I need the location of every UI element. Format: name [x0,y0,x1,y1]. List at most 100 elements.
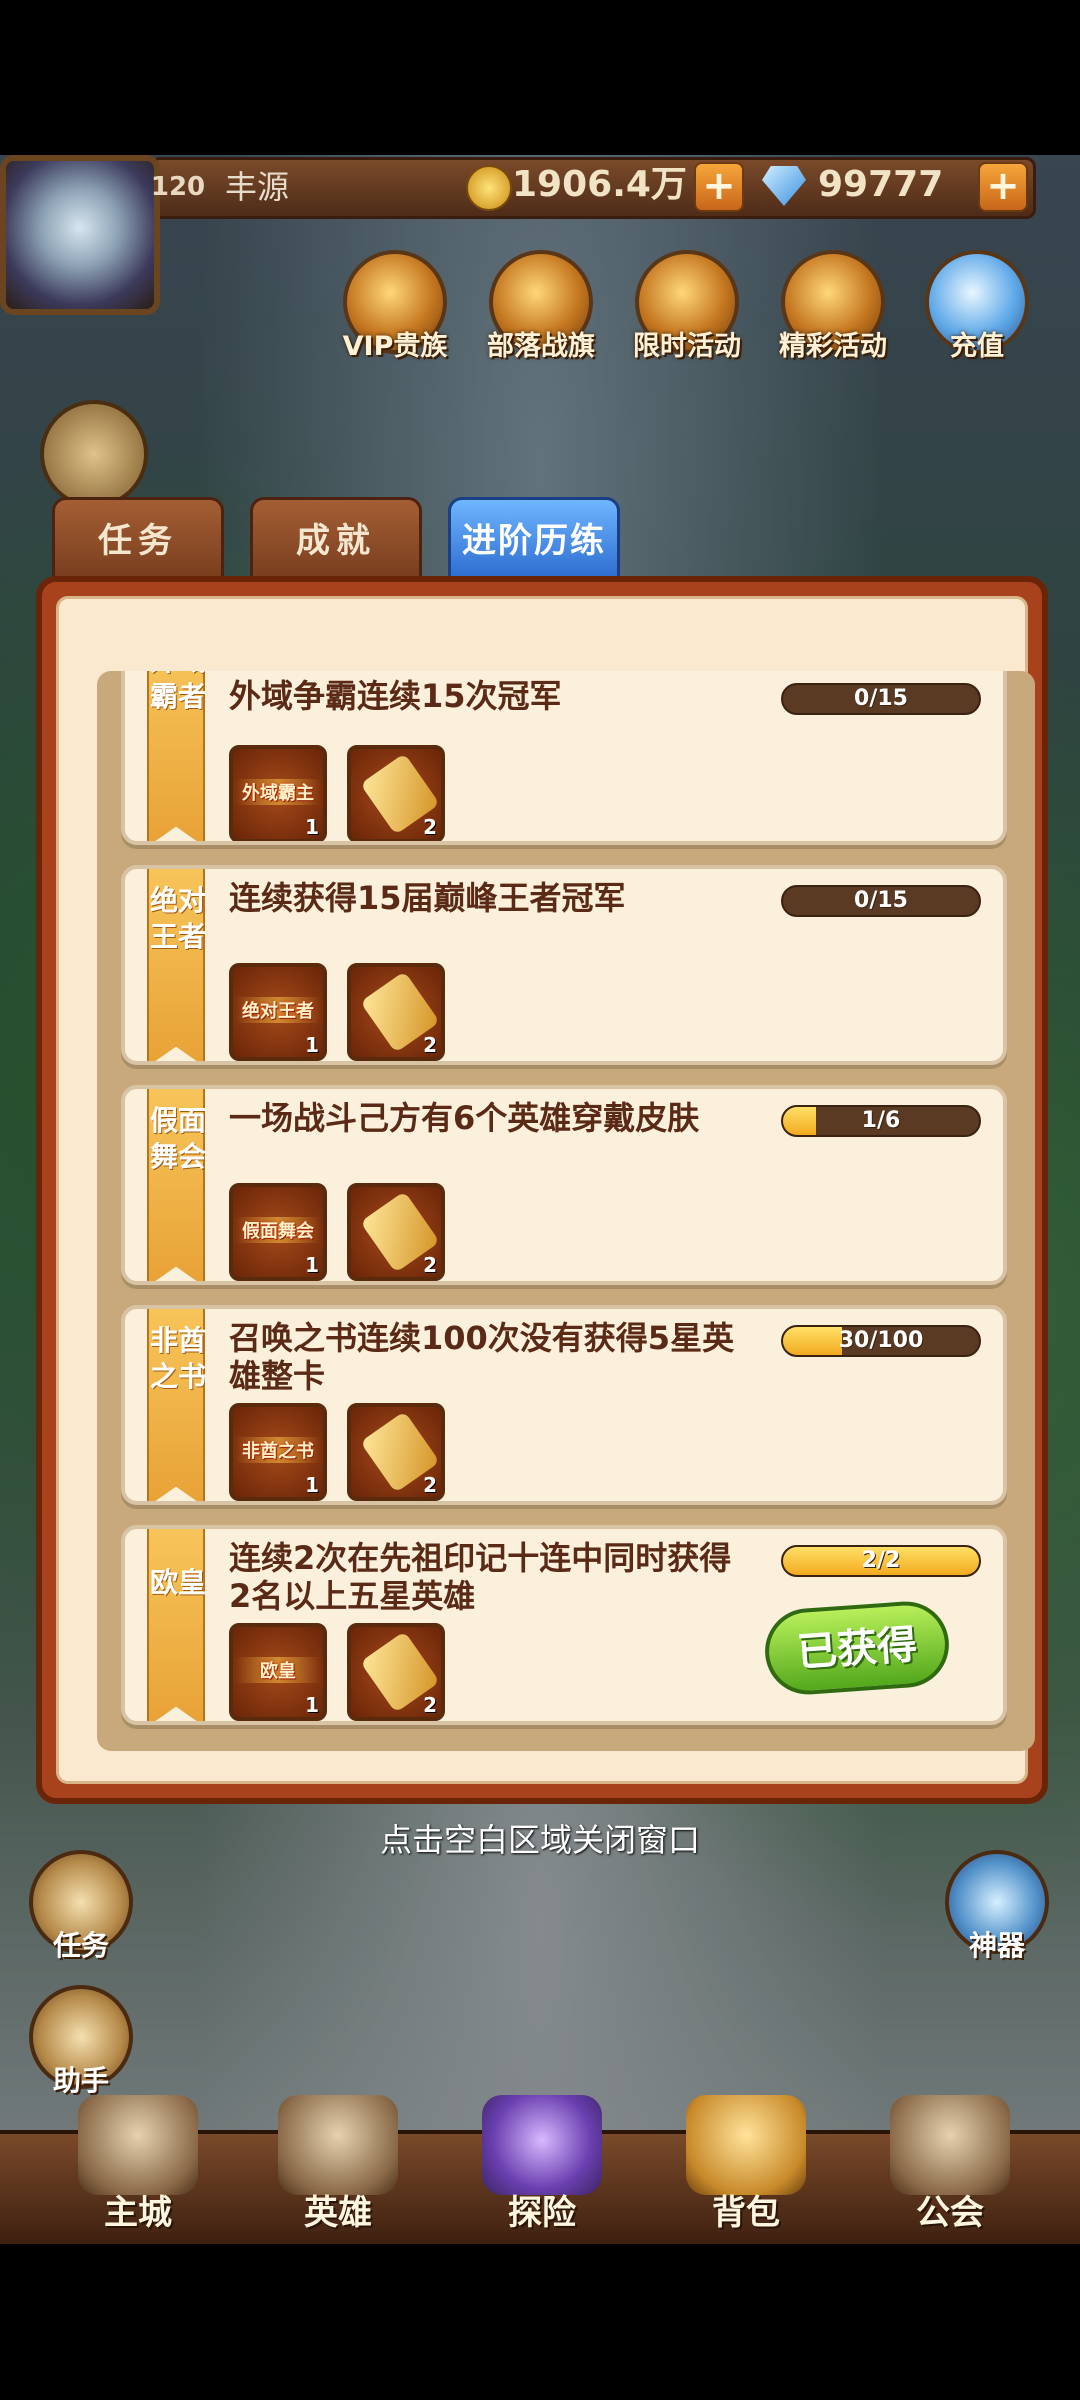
progress-bar: 1/6 [781,1105,981,1137]
vip-button[interactable]: VIP贵族 [340,250,450,363]
achievement-ribbon: 外域霸者 [147,671,206,841]
progress-bar: 0/15 [781,885,981,917]
reward-count: 2 [423,815,437,839]
ribbon-label: 假面舞会 [149,1104,206,1173]
achievement-list[interactable]: 外域霸者 外域争霸连续15次冠军 0/15 外域霸主 1 2 [97,671,1035,1751]
progress-text: 0/15 [854,686,908,711]
ribbon-label: 外域霸者 [149,671,206,713]
progress-bar: 0/15 [781,683,981,715]
reward-badge-label: 外域霸主 [235,779,321,805]
nav-label: 探险 [508,2193,576,2233]
achievement-title: 连续2次在先祖印记十连中同时获得2名以上五星英雄 [229,1539,732,1615]
limited-event-label: 限时活动 [633,331,741,362]
reward-scroll-item[interactable]: 2 [347,963,445,1061]
tab-advanced-training[interactable]: 进阶历练 [448,497,620,579]
nav-explore[interactable]: 探险 [462,2095,622,2240]
reward-badge-item[interactable]: 绝对王者 1 [229,963,327,1061]
side-helper-button[interactable]: 助手 [26,1985,136,2099]
achievement-dialog: 外域霸者 外域争霸连续15次冠军 0/15 外域霸主 1 2 [36,576,1048,1804]
side-artifact-label: 神器 [968,1929,1025,1962]
reward-count: 2 [423,1693,437,1717]
reward-scroll-item[interactable]: 2 [347,1403,445,1501]
reward-count: 1 [305,1693,319,1717]
achievement-title: 召唤之书连续100次没有获得5星英雄整卡 [229,1319,735,1395]
reward-badge-item[interactable]: 非酋之书 1 [229,1403,327,1501]
progress-bar: 30/100 [781,1325,981,1357]
tab-achievements[interactable]: 成就 [250,497,422,579]
reward-count: 1 [305,1033,319,1057]
progress-text: 30/100 [838,1328,924,1353]
progress-text: 1/6 [861,1108,901,1133]
player-avatar[interactable] [0,155,160,315]
castle-icon [78,2095,198,2195]
reward-badge-item[interactable]: 假面舞会 1 [229,1183,327,1281]
vip-label: VIP贵族 [342,331,448,362]
achievement-card: 假面舞会 一场战斗己方有6个英雄穿戴皮肤 1/6 假面舞会 1 2 [121,1085,1007,1285]
obtained-stamp: 已获得 [762,1598,952,1698]
achievement-ribbon: 绝对王者 [147,869,206,1061]
hero-icon [278,2095,398,2195]
war-flag-label: 部落战旗 [487,331,595,362]
portal-icon [482,2095,602,2195]
reward-count: 2 [423,1253,437,1277]
reward-badge-label: 绝对王者 [235,997,321,1023]
reward-count: 1 [305,815,319,839]
achievement-title: 外域争霸连续15次冠军 [229,677,562,715]
achievement-card: 外域霸者 外域争霸连续15次冠军 0/15 外域霸主 1 2 [121,671,1007,845]
ribbon-label: 非酋之书 [149,1324,206,1393]
progress-text: 0/15 [854,888,908,913]
gem-amount: 99777 [818,164,944,205]
achievement-ribbon: 假面舞会 [147,1089,206,1281]
reward-count: 1 [305,1473,319,1497]
reward-scroll-item[interactable]: 2 [347,745,445,841]
gold-coin-icon [466,165,512,211]
nav-backpack[interactable]: 背包 [666,2095,826,2240]
nav-heroes[interactable]: 英雄 [258,2095,418,2240]
reward-count: 1 [305,1253,319,1277]
reward-scroll-item[interactable]: 2 [347,1183,445,1281]
side-helper-label: 助手 [52,2064,109,2097]
recharge-button[interactable]: 充值 [922,250,1032,363]
achievement-ribbon: 非酋之书 [147,1309,206,1501]
side-artifact-button[interactable]: 神器 [942,1850,1052,1964]
close-hint-text: 点击空白区域关闭窗口 [379,1821,700,1859]
war-flag-button[interactable]: 部落战旗 [486,250,596,363]
add-gold-button[interactable]: + [694,162,744,212]
dialog-inner-panel: 外域霸者 外域争霸连续15次冠军 0/15 外域霸主 1 2 [56,596,1035,1784]
side-task-button[interactable]: 任务 [26,1850,136,1964]
special-event-button[interactable]: 精彩活动 [778,250,888,363]
reward-badge-label: 假面舞会 [235,1217,321,1243]
ribbon-label: 欧皇 [149,1566,206,1599]
nav-label: 英雄 [304,2193,372,2233]
nav-label: 主城 [104,2193,172,2233]
progress-text: 2/2 [861,1548,901,1573]
reward-badge-item[interactable]: 外域霸主 1 [229,745,327,841]
progress-bar: 2/2 [781,1545,981,1577]
player-name: 丰源 [225,168,290,206]
nav-guild[interactable]: 公会 [870,2095,1030,2240]
achievement-ribbon: 欧皇 [147,1529,206,1721]
crossed-swords-icon[interactable] [40,400,148,508]
limited-event-button[interactable]: 限时活动 [632,250,742,363]
add-gem-button[interactable]: + [978,162,1028,212]
reward-badge-label: 非酋之书 [235,1437,321,1463]
tab-tasks[interactable]: 任务 [52,497,224,579]
achievement-title: 连续获得15届巅峰王者冠军 [229,879,626,917]
achievement-card: 绝对王者 连续获得15届巅峰王者冠军 0/15 绝对王者 1 2 [121,865,1007,1065]
side-task-label: 任务 [52,1929,109,1962]
reward-count: 2 [423,1473,437,1497]
reward-badge-label: 欧皇 [235,1657,321,1683]
backpack-icon [686,2095,806,2195]
recharge-label: 充值 [950,331,1004,362]
nav-main-city[interactable]: 主城 [58,2095,218,2240]
achievement-card: 欧皇 连续2次在先祖印记十连中同时获得2名以上五星英雄 2/2 欧皇 1 2 已… [121,1525,1007,1725]
nav-label: 公会 [916,2193,984,2233]
ribbon-label: 绝对王者 [149,884,206,953]
gold-amount: 1906.4万 [512,164,687,205]
reward-scroll-item[interactable]: 2 [347,1623,445,1721]
special-event-label: 精彩活动 [779,331,887,362]
achievement-card: 非酋之书 召唤之书连续100次没有获得5星英雄整卡 30/100 非酋之书 1 … [121,1305,1007,1505]
reward-badge-item[interactable]: 欧皇 1 [229,1623,327,1721]
player-level: 120 [150,172,206,202]
guild-icon [890,2095,1010,2195]
